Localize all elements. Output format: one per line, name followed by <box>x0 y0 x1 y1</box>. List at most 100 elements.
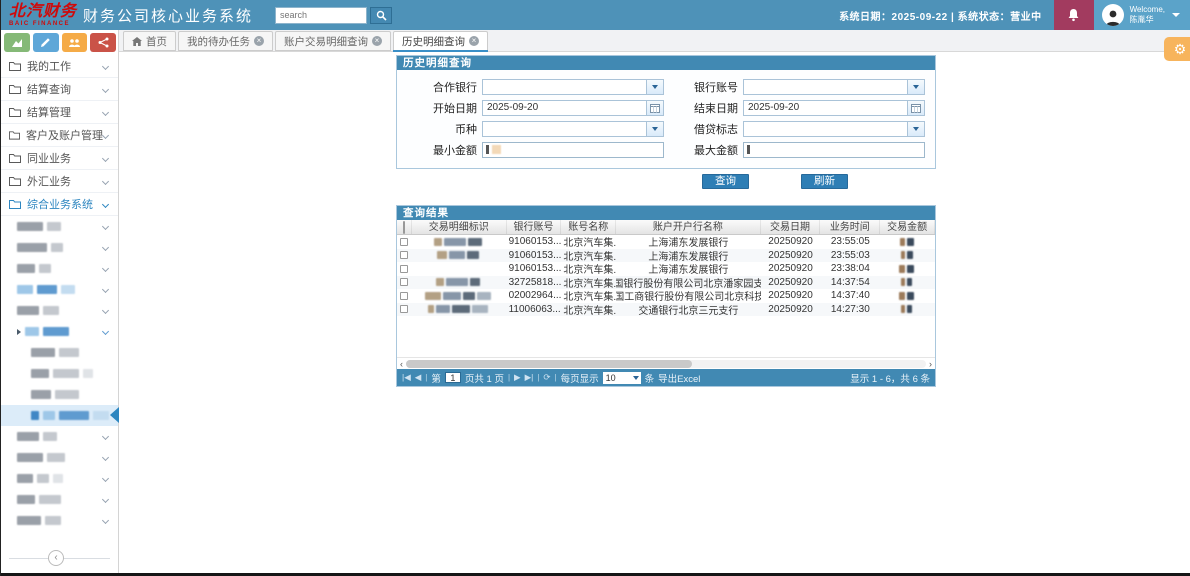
tab-home[interactable]: 首页 <box>123 31 176 51</box>
sidebar-item-redacted[interactable] <box>1 279 118 300</box>
table-row[interactable]: 32725818...北京汽车集...中国银行股份有限公司北京潘家园支行2025… <box>397 276 935 290</box>
sidebar-subitem-redacted-active[interactable] <box>1 405 118 426</box>
sidebar-item-redacted[interactable] <box>1 321 118 342</box>
chevron-down-icon <box>102 517 109 524</box>
prev-page-icon[interactable]: ◀ <box>415 372 422 383</box>
calendar-button[interactable] <box>646 101 663 115</box>
column-header[interactable]: 交易明细标识 <box>412 220 507 234</box>
sidebar-item-my-work[interactable]: 我的工作 <box>1 55 118 78</box>
sidebar-item-redacted[interactable] <box>1 300 118 321</box>
column-header[interactable]: 银行账号 <box>507 220 562 234</box>
row-checkbox[interactable] <box>400 278 408 286</box>
sidebar-subitem-redacted[interactable] <box>1 342 118 363</box>
share-button[interactable] <box>90 33 116 52</box>
scrollbar-thumb[interactable] <box>406 360 692 368</box>
column-header[interactable]: 交易日期 <box>761 220 821 234</box>
partner-bank-select[interactable] <box>482 79 664 95</box>
tab-close-icon[interactable]: × <box>372 36 382 46</box>
row-checkbox[interactable] <box>400 265 408 273</box>
export-excel-button[interactable]: 导出Excel <box>658 371 700 385</box>
first-page-icon[interactable]: |◀ <box>402 372 411 383</box>
table-row[interactable]: 91060153...北京汽车集...上海浦东发展银行2025092023:55… <box>397 249 935 263</box>
column-header[interactable]: 账户开户行名称 <box>616 220 760 234</box>
bank-account-select[interactable] <box>743 79 925 95</box>
start-date-input[interactable]: 2025-09-20 <box>482 100 664 116</box>
table-cell: 中国工商银行股份有限公司北京科技... <box>616 289 760 303</box>
tab-history-detail-query[interactable]: 历史明细查询× <box>393 31 488 51</box>
tab-account-transaction-query[interactable]: 账户交易明细查询 × <box>275 31 391 51</box>
sidebar-item-redacted[interactable] <box>1 489 118 510</box>
edit-button[interactable] <box>33 33 59 52</box>
sidebar-item-redacted[interactable] <box>1 510 118 531</box>
table-row[interactable]: 91060153...北京汽车集...上海浦东发展银行2025092023:38… <box>397 262 935 276</box>
row-checkbox[interactable] <box>400 305 408 313</box>
chart-button[interactable] <box>4 33 30 52</box>
min-amount-input[interactable] <box>482 142 664 158</box>
next-page-icon[interactable]: ▶ <box>514 372 521 383</box>
tab-label: 首页 <box>146 34 167 49</box>
dropdown-arrow-button[interactable] <box>646 122 663 136</box>
dropdown-arrow-button[interactable] <box>907 122 924 136</box>
query-button[interactable]: 查询 <box>702 174 749 189</box>
last-page-icon[interactable]: ▶| <box>525 372 534 383</box>
sidebar-item-settlement-mgmt[interactable]: 结算管理 <box>1 101 118 124</box>
sidebar-item-settlement-query[interactable]: 结算查询 <box>1 78 118 101</box>
page-size-select[interactable]: 10 <box>603 372 641 384</box>
sidebar-item-integrated-business-system[interactable]: 综合业务系统 <box>1 193 118 216</box>
sidebar-item-forex-business[interactable]: 外汇业务 <box>1 170 118 193</box>
scrollbar-track[interactable] <box>406 360 926 368</box>
column-header[interactable]: 账号名称 <box>561 220 616 234</box>
redacted-block <box>17 474 33 483</box>
redacted-block <box>901 251 905 259</box>
table-row[interactable]: 91060153...北京汽车集...上海浦东发展银行2025092023:55… <box>397 235 935 249</box>
amount-redacted <box>880 235 935 249</box>
sidebar-subitem-redacted[interactable] <box>1 384 118 405</box>
chevron-down-icon <box>102 286 109 293</box>
horizontal-scrollbar[interactable]: ‹ › <box>397 357 935 369</box>
table-row[interactable]: 02002964...北京汽车集...中国工商银行股份有限公司北京科技...20… <box>397 289 935 303</box>
sidebar-item-redacted[interactable] <box>1 216 118 237</box>
sidebar-item-redacted[interactable] <box>1 237 118 258</box>
dropdown-arrow-button[interactable] <box>646 80 663 94</box>
settings-gear-button[interactable]: ⚙ <box>1164 37 1190 61</box>
column-header[interactable]: 业务时间 <box>820 220 880 234</box>
tab-todo-tasks[interactable]: 我的待办任务× <box>178 31 273 51</box>
sidebar-item-interbank-business[interactable]: 同业业务 <box>1 147 118 170</box>
redacted-block <box>17 432 39 441</box>
sidebar-item-redacted[interactable] <box>1 426 118 447</box>
column-header[interactable]: 交易金额 <box>880 220 935 234</box>
row-checkbox[interactable] <box>400 251 408 259</box>
sidebar-item-redacted[interactable] <box>1 258 118 279</box>
redacted-block <box>17 516 41 525</box>
notification-button[interactable] <box>1054 0 1094 30</box>
scroll-right-icon[interactable]: › <box>929 359 932 369</box>
dropdown-arrow-button[interactable] <box>907 80 924 94</box>
table-cell: 23:55:03 <box>820 249 880 263</box>
currency-select[interactable] <box>482 121 664 137</box>
page-number-input[interactable] <box>445 372 461 383</box>
refresh-icon[interactable]: ⟳ <box>543 372 550 383</box>
row-checkbox[interactable] <box>400 238 408 246</box>
debit-credit-select[interactable] <box>743 121 925 137</box>
scroll-left-icon[interactable]: ‹ <box>400 359 403 369</box>
calendar-button[interactable] <box>907 101 924 115</box>
tab-close-icon[interactable]: × <box>469 36 479 46</box>
max-amount-input[interactable] <box>743 142 925 158</box>
search-button[interactable] <box>370 7 392 24</box>
sidebar-item-redacted[interactable] <box>1 447 118 468</box>
row-checkbox[interactable] <box>400 292 408 300</box>
sidebar-item-customer-account-mgmt[interactable]: 客户及账户管理 <box>1 124 118 147</box>
end-date-input[interactable]: 2025-09-20 <box>743 100 925 116</box>
sidebar-item-redacted[interactable] <box>1 468 118 489</box>
search-input[interactable] <box>275 7 367 24</box>
sidebar-collapse-button[interactable]: ‹ <box>48 550 64 566</box>
sidebar-subitem-redacted[interactable] <box>1 363 118 384</box>
table-row[interactable]: 11006063...北京汽车集...交通银行北京三元支行2025092014:… <box>397 303 935 317</box>
tab-label: 账户交易明细查询 <box>284 34 368 49</box>
refresh-button[interactable]: 刷新 <box>801 174 848 189</box>
select-all-checkbox[interactable] <box>403 221 405 234</box>
tab-close-icon[interactable]: × <box>254 36 264 46</box>
users-button[interactable] <box>62 33 88 52</box>
user-menu[interactable]: Welcome, 陈胤华 <box>1094 0 1190 30</box>
redacted-block <box>55 390 79 399</box>
